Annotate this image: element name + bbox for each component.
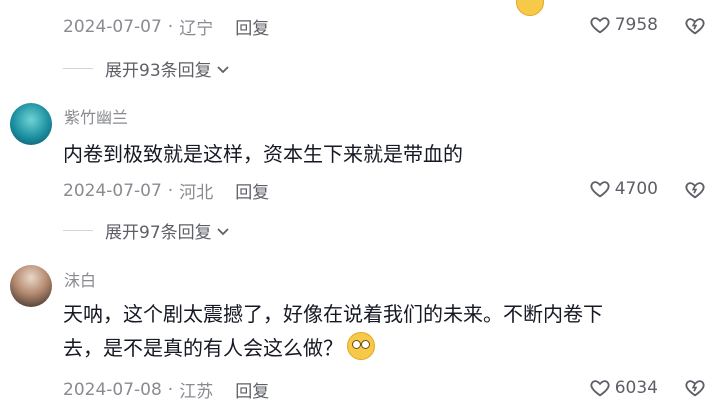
comment-author[interactable]: 沫白 (64, 267, 96, 291)
reply-button[interactable]: 回复 (235, 14, 269, 39)
reply-button[interactable]: 回复 (235, 377, 269, 402)
comment-date: 2024-07-07 (63, 16, 162, 37)
like-button[interactable]: 4700 (589, 178, 658, 200)
comment-location: 江苏 (179, 382, 214, 402)
like-count: 4700 (614, 179, 658, 199)
dislike-button[interactable] (684, 377, 706, 399)
like-button[interactable]: 7958 (589, 14, 658, 36)
expand-replies[interactable]: 展开93条回复 (63, 56, 231, 81)
dislike-heart-icon (685, 182, 705, 199)
heart-icon (590, 181, 610, 198)
comment-author[interactable]: 紫竹幽兰 (64, 104, 128, 128)
emoji-icon (347, 332, 375, 360)
comment-text-line: 去，是不是真的有人会这么做？ (63, 336, 343, 360)
comment-date: 2024-07-08 (63, 379, 162, 400)
dislike-button[interactable] (684, 179, 706, 201)
comment-location: 辽宁 (179, 19, 214, 39)
expand-replies[interactable]: 展开97条回复 (63, 218, 231, 243)
chevron-down-icon (217, 65, 229, 73)
dislike-button[interactable] (684, 15, 706, 37)
dislike-heart-icon (685, 18, 705, 35)
dislike-heart-icon (685, 380, 705, 397)
expand-replies-label: 展开97条回复 (105, 223, 212, 243)
heart-icon (590, 380, 610, 397)
emoji-icon (516, 0, 544, 16)
like-count: 7958 (614, 15, 658, 35)
avatar[interactable] (10, 265, 52, 307)
comment-text-line-2: 去，是不是真的有人会这么做？ (63, 331, 703, 365)
comment-meta: 2024-07-07 · 辽宁 回复 (63, 14, 269, 40)
like-count: 6034 (614, 378, 658, 398)
chevron-down-icon (217, 227, 229, 235)
comment-date: 2024-07-07 (63, 180, 162, 201)
like-button[interactable]: 6034 (589, 377, 658, 399)
avatar[interactable] (10, 103, 52, 145)
comment-location: 河北 (179, 183, 214, 203)
comment-text: 内卷到极致就是这样，资本生下来就是带血的 (63, 142, 463, 166)
expand-replies-label: 展开93条回复 (105, 61, 212, 81)
heart-icon (590, 17, 610, 34)
comment-meta: 2024-07-07 · 河北 回复 (63, 178, 269, 204)
comment-text: 天呐，这个剧太震撼了，好像在说着我们的未来。不断内卷下 去，是不是真的有人会这么… (63, 297, 703, 365)
comment-meta: 2024-07-08 · 江苏 回复 (63, 377, 269, 403)
reply-button[interactable]: 回复 (235, 178, 269, 203)
comment-text-line: 天呐，这个剧太震撼了，好像在说着我们的未来。不断内卷下 (63, 302, 603, 326)
